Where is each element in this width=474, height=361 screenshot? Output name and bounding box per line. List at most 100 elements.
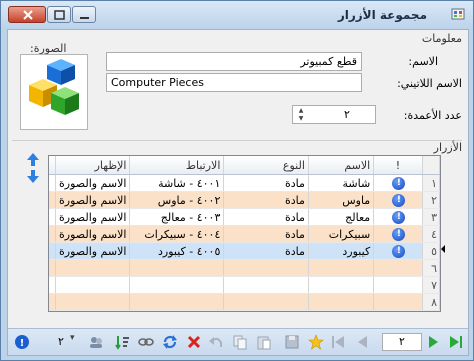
empty-cell[interactable] <box>308 259 375 277</box>
minimize-button[interactable] <box>72 6 96 23</box>
name-label: الاسم: <box>408 55 438 68</box>
link-icon[interactable] <box>138 334 154 350</box>
refresh-icon[interactable] <box>162 334 178 350</box>
info-icon: ! <box>392 244 406 258</box>
users-icon[interactable] <box>88 334 104 350</box>
previous-record-icon[interactable] <box>354 334 370 350</box>
paste-icon[interactable] <box>256 334 272 350</box>
column-header-link[interactable]: الارتباط <box>129 156 225 175</box>
cell-link[interactable]: ٤٠٠٣ - معالج <box>129 208 225 226</box>
row-number: ٤ <box>422 225 440 243</box>
name-field[interactable]: قطع كمبيوتر <box>106 52 362 71</box>
cell-link[interactable]: ٤٠٠٥ - كيبورد <box>129 242 225 260</box>
column-header-name[interactable]: الاسم <box>308 156 375 175</box>
window: مجموعة الأزرار معلومات الصورة: الاسم: قط… <box>0 0 474 361</box>
first-record-icon[interactable] <box>330 334 346 350</box>
cell-display[interactable]: الاسم والصورة <box>55 208 131 226</box>
next-record-icon[interactable] <box>426 334 442 350</box>
spin-down-icon[interactable]: ▼ <box>294 115 308 123</box>
table-row[interactable]: ٧ <box>49 276 440 294</box>
empty-cell[interactable] <box>129 293 225 311</box>
row-info-cell[interactable]: ! <box>373 174 423 192</box>
cell-link[interactable]: ٤٠٠١ - شاشة <box>129 174 225 192</box>
table-row[interactable]: ٣! معالج مادة ٤٠٠٣ - معالج الاسم والصورة <box>49 208 440 226</box>
cell-link[interactable]: ٤٠٠٢ - ماوس <box>129 191 225 209</box>
empty-cell[interactable] <box>308 310 375 311</box>
cell-display[interactable]: الاسم والصورة <box>55 174 131 192</box>
undo-icon[interactable] <box>208 334 224 350</box>
table-row[interactable]: ٤! سبيكرات مادة ٤٠٠٤ - سبيكرات الاسم والصورة <box>49 225 440 243</box>
row-info-cell[interactable]: ! <box>373 242 423 260</box>
buttons-table[interactable]: ! الاسم النوع الارتباط الإظهار ١! شاشة ماد… <box>48 155 441 312</box>
row-number: ٢ <box>422 191 440 209</box>
empty-cell[interactable] <box>223 276 309 294</box>
empty-cell[interactable] <box>373 293 423 311</box>
table-row[interactable]: ١! شاشة مادة ٤٠٠١ - شاشة الاسم والصورة <box>49 174 440 192</box>
table-header: ! الاسم النوع الارتباط الإظهار <box>49 156 440 175</box>
save-icon[interactable] <box>284 334 300 350</box>
cell-display[interactable]: الاسم والصورة <box>55 242 131 260</box>
column-header-flag[interactable]: ! <box>373 156 423 175</box>
copy-icon[interactable] <box>232 334 248 350</box>
cell-name[interactable]: ماوس <box>308 191 375 209</box>
close-button[interactable] <box>8 6 46 23</box>
cell-type[interactable]: مادة <box>223 242 309 260</box>
empty-cell[interactable] <box>55 310 131 311</box>
table-row[interactable]: ٢! ماوس مادة ٤٠٠٢ - ماوس الاسم والصورة <box>49 191 440 209</box>
empty-cell[interactable] <box>129 259 225 277</box>
cell-name[interactable]: معالج <box>308 208 375 226</box>
empty-cell[interactable] <box>223 259 309 277</box>
favorite-star-icon[interactable] <box>308 334 324 350</box>
empty-cell[interactable] <box>373 310 423 311</box>
picture-box[interactable] <box>20 54 88 130</box>
bottom-toolbar: ! ٢ ▾ ٢ <box>8 328 468 355</box>
cell-name[interactable]: شاشة <box>308 174 375 192</box>
table-row[interactable]: ٥! كيبورد مادة ٤٠٠٥ - كيبورد الاسم والصورة <box>49 242 440 260</box>
cell-type[interactable]: مادة <box>223 191 309 209</box>
move-up-icon[interactable] <box>27 153 39 166</box>
row-info-cell[interactable]: ! <box>373 225 423 243</box>
count-dropdown-icon[interactable]: ▾ <box>70 333 75 343</box>
info-icon[interactable]: ! <box>14 334 30 350</box>
empty-cell[interactable] <box>55 293 131 311</box>
spin-up-icon[interactable]: ▲ <box>294 107 308 115</box>
empty-cell[interactable] <box>223 310 309 311</box>
colored-cubes-icon <box>29 59 79 115</box>
last-record-icon[interactable] <box>448 334 464 350</box>
cell-link[interactable]: ٤٠٠٤ - سبيكرات <box>129 225 225 243</box>
move-down-icon[interactable] <box>27 170 39 183</box>
table-row[interactable]: ٦ <box>49 259 440 277</box>
empty-cell[interactable] <box>55 259 131 277</box>
column-header-type[interactable]: النوع <box>223 156 309 175</box>
info-icon: ! <box>392 210 406 224</box>
table-row[interactable]: ٨ <box>49 293 440 311</box>
cell-type[interactable]: مادة <box>223 208 309 226</box>
cell-name[interactable]: كيبورد <box>308 242 375 260</box>
column-header-filler <box>49 156 56 175</box>
sort-icon[interactable] <box>114 334 130 350</box>
empty-cell[interactable] <box>129 276 225 294</box>
window-title: مجموعة الأزرار <box>337 8 427 22</box>
cell-type[interactable]: مادة <box>223 174 309 192</box>
empty-cell[interactable] <box>373 259 423 277</box>
column-header-display[interactable]: الإظهار <box>55 156 131 175</box>
cell-type[interactable]: مادة <box>223 225 309 243</box>
empty-cell[interactable] <box>308 293 375 311</box>
empty-cell[interactable] <box>373 276 423 294</box>
empty-cell[interactable] <box>129 310 225 311</box>
row-info-cell[interactable]: ! <box>373 208 423 226</box>
latin-name-field[interactable]: Computer Pieces <box>106 73 362 92</box>
record-number-field[interactable]: ٢ <box>382 333 422 351</box>
empty-cell[interactable] <box>55 276 131 294</box>
empty-cell[interactable] <box>308 276 375 294</box>
columns-count-spinner[interactable]: ▲ ▼ ٢ <box>292 105 376 124</box>
cell-display[interactable]: الاسم والصورة <box>55 191 131 209</box>
table-row[interactable]: ٩ <box>49 310 440 311</box>
cell-display[interactable]: الاسم والصورة <box>55 225 131 243</box>
client-area: معلومات الصورة: الاسم: قطع كمبيوتر الاسم… <box>7 29 469 356</box>
cell-name[interactable]: سبيكرات <box>308 225 375 243</box>
delete-icon[interactable] <box>186 334 202 350</box>
maximize-button[interactable] <box>47 6 71 23</box>
row-info-cell[interactable]: ! <box>373 191 423 209</box>
empty-cell[interactable] <box>223 293 309 311</box>
